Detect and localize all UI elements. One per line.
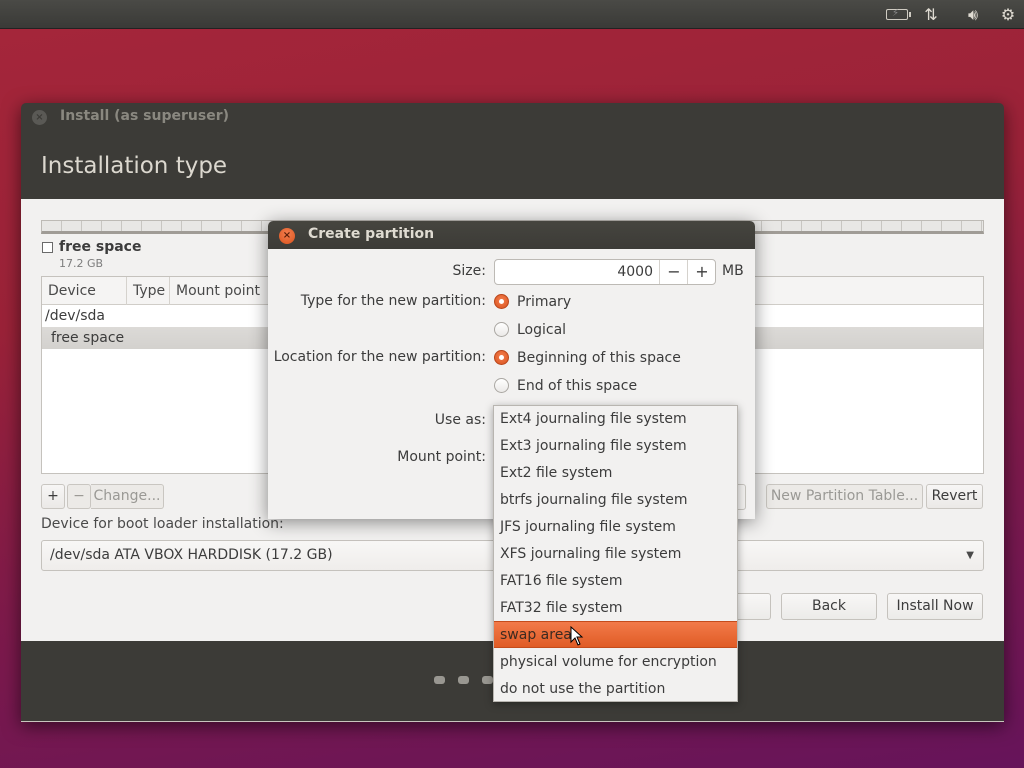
boot-loader-label: Device for boot loader installation:	[41, 516, 284, 532]
chevron-down-icon: ▼	[966, 550, 974, 561]
legend-checkbox	[42, 242, 53, 253]
size-label: Size:	[452, 263, 486, 279]
revert-button[interactable]: Revert	[926, 484, 983, 509]
menu-item[interactable]: XFS journaling file system	[494, 541, 737, 568]
network-icon[interactable]: ⇅	[919, 5, 943, 25]
dialog-titlebar: × Create partition	[268, 221, 755, 249]
remove-partition-button[interactable]: −	[67, 484, 91, 509]
menu-item[interactable]: do not use the partition	[494, 676, 737, 703]
radio-primary[interactable]: Primary	[494, 291, 571, 313]
settings-gear-icon[interactable]: ⚙	[996, 5, 1020, 25]
battery-icon[interactable]: ⚡	[886, 8, 911, 20]
new-partition-table-button[interactable]: New Partition Table...	[766, 484, 923, 509]
volume-icon[interactable]: 🔊︎	[961, 5, 985, 25]
menu-item-highlighted[interactable]: swap area	[494, 621, 737, 648]
change-partition-button[interactable]: Change...	[91, 484, 164, 509]
menu-item[interactable]: Ext3 journaling file system	[494, 433, 737, 460]
radio-logical-label: Logical	[517, 322, 567, 338]
size-spinbox[interactable]: 4000 − +	[494, 259, 716, 285]
boot-loader-value: /dev/sda ATA VBOX HARDDISK (17.2 GB)	[50, 547, 333, 563]
column-device[interactable]: Device	[42, 277, 127, 305]
mouse-cursor-icon	[570, 626, 584, 646]
radio-selected-icon[interactable]	[494, 349, 509, 365]
radio-logical[interactable]: Logical	[494, 319, 566, 341]
menu-item[interactable]: FAT32 file system	[494, 595, 737, 622]
menu-item[interactable]: btrfs journaling file system	[494, 487, 737, 514]
location-label: Location for the new partition:	[273, 349, 486, 365]
menu-item[interactable]: JFS journaling file system	[494, 514, 737, 541]
type-label: Type for the new partition:	[300, 293, 486, 309]
size-unit: MB	[722, 263, 744, 279]
radio-beginning-label: Beginning of this space	[517, 350, 681, 366]
progress-dot	[482, 676, 493, 684]
dialog-title: Create partition	[308, 226, 435, 242]
decrement-button[interactable]: −	[659, 260, 688, 284]
radio-primary-label: Primary	[517, 294, 572, 310]
use-as-dropdown-menu[interactable]: Ext4 journaling file system Ext3 journal…	[493, 405, 738, 702]
radio-unselected-icon[interactable]	[494, 321, 509, 337]
use-as-label: Use as:	[434, 412, 486, 428]
column-type[interactable]: Type	[127, 277, 170, 305]
size-input[interactable]: 4000	[495, 260, 659, 284]
menu-item[interactable]: physical volume for encryption	[494, 649, 737, 676]
radio-end-label: End of this space	[517, 378, 638, 394]
menu-item[interactable]: Ext4 journaling file system	[494, 406, 737, 433]
menu-item[interactable]: FAT16 file system	[494, 568, 737, 595]
radio-selected-icon[interactable]	[494, 293, 509, 309]
radio-end[interactable]: End of this space	[494, 375, 637, 397]
legend-size: 17.2 GB	[59, 257, 104, 270]
progress-dot	[434, 676, 445, 684]
menu-item[interactable]: Ext2 file system	[494, 460, 737, 487]
install-now-button[interactable]: Install Now	[887, 593, 983, 620]
radio-beginning[interactable]: Beginning of this space	[494, 347, 681, 369]
progress-dot	[458, 676, 469, 684]
increment-button[interactable]: +	[687, 260, 716, 284]
close-icon[interactable]: ×	[279, 228, 295, 244]
add-partition-button[interactable]: +	[41, 484, 65, 509]
legend-name: free space	[59, 239, 142, 255]
mount-point-label: Mount point:	[397, 449, 486, 465]
top-panel: ⚡ ⇅ 🔊︎ ⚙	[0, 0, 1024, 29]
radio-unselected-icon[interactable]	[494, 377, 509, 393]
back-button[interactable]: Back	[781, 593, 877, 620]
